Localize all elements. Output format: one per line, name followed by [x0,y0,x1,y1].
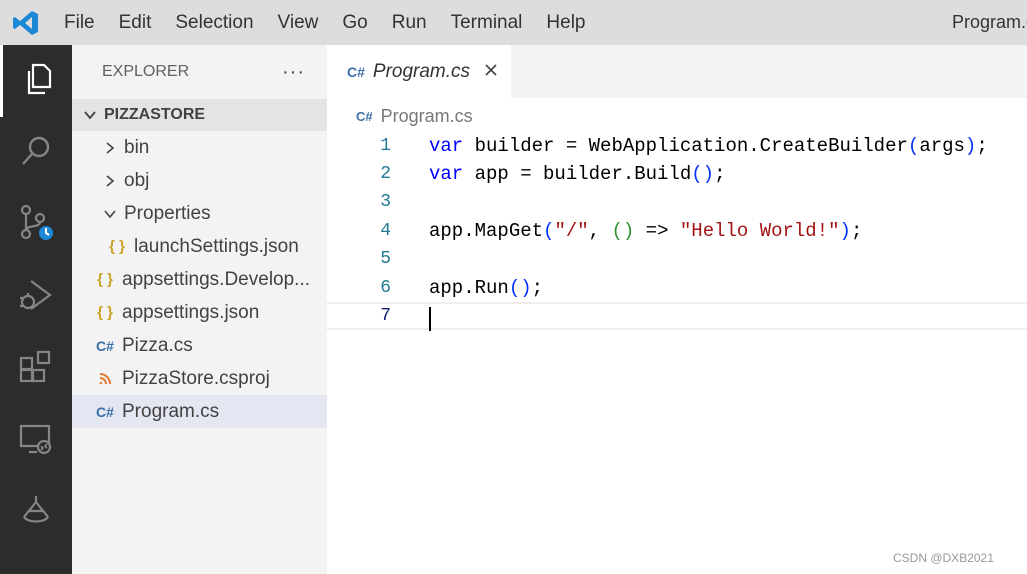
tree-icon [18,493,54,534]
explorer-title: EXPLORER [102,63,190,80]
tree-item-label: Pizza.cs [122,334,193,356]
current-code-line: 7 [327,302,1027,331]
code-text: var builder = WebApplication.CreateBuild… [429,135,988,157]
files-icon [20,61,56,102]
explorer-activity[interactable] [0,45,72,117]
chevron-down-icon [80,108,100,122]
csharp-file-icon: C# [96,403,114,420]
search-activity[interactable] [0,117,72,189]
menu-edit[interactable]: Edit [107,0,164,45]
tree-item-appsettings[interactable]: { } appsettings.json [72,296,327,329]
tree-activity[interactable] [0,477,72,549]
tree-item-label: Properties [124,202,211,224]
csharp-file-icon: C# [347,63,365,80]
tree-item-label: appsettings.json [122,301,260,323]
code-text: app.MapGet("/", () => "Hello World!"); [429,220,863,242]
extensions-activity[interactable] [0,333,72,405]
run-debug-activity[interactable] [0,261,72,333]
editor-tabs: C# Program.cs [327,45,1027,98]
code-line: 6 app.Run(); [327,274,1027,302]
tree-item-appsettings-development[interactable]: { } appsettings.Develop... [72,263,327,296]
activity-bar [0,45,72,574]
menu-go[interactable]: Go [330,0,379,45]
code-line: 4 app.MapGet("/", () => "Hello World!"); [327,217,1027,245]
code-text: app.Run(); [429,277,544,299]
tree-item-properties[interactable]: Properties [72,197,327,230]
text-cursor [429,307,431,331]
folder-name: PIZZASTORE [104,106,206,123]
line-number: 6 [380,278,391,298]
rss-icon [94,372,116,386]
line-number: 2 [380,164,391,184]
folder-header[interactable]: PIZZASTORE [72,99,327,131]
menu-bar: File Edit Selection View Go Run Terminal… [52,0,598,45]
code-line: 2 var app = builder.Build(); [327,160,1027,188]
tree-item-label: bin [124,136,150,158]
chevron-right-icon [100,141,120,155]
tree-item-launchsettings[interactable]: { } launchSettings.json [72,230,327,263]
close-icon[interactable] [484,60,498,83]
tree-item-label: Program.cs [122,400,220,422]
line-number: 7 [380,306,391,326]
tree-item-bin[interactable]: bin [72,131,327,164]
json-file-icon: { } [109,238,125,255]
tree-item-obj[interactable]: obj [72,164,327,197]
tree-item-label: PizzaStore.csproj [122,367,270,389]
remote-explorer-icon [17,420,55,463]
source-control-activity[interactable] [0,189,72,261]
line-number: 3 [380,192,391,212]
csharp-file-icon: C# [356,108,373,124]
tree-item-label: launchSettings.json [134,235,299,257]
tab-label: Program.cs [372,60,471,82]
line-number: 1 [380,136,391,156]
menu-terminal[interactable]: Terminal [439,0,535,45]
tree-item-label: appsettings.Develop... [122,268,311,290]
code-text: var app = builder.Build(); [429,163,726,185]
search-icon [18,133,54,174]
breadcrumb-file[interactable]: Program.cs [381,106,473,127]
chevron-right-icon [100,174,120,188]
watermark: CSDN @DXB2021 [893,551,994,565]
breadcrumb[interactable]: C# Program.cs [356,104,473,128]
tab-program-cs[interactable]: C# Program.cs [327,45,511,98]
json-file-icon: { } [97,271,113,288]
menu-run[interactable]: Run [380,0,439,45]
run-debug-icon [17,276,55,319]
code-line: 5 [327,245,1027,273]
window-title: Program.cs [952,12,1027,32]
tree-item-label: obj [124,169,150,191]
menu-view[interactable]: View [266,0,331,45]
csharp-file-icon: C# [96,337,114,354]
code-line: 1 var builder = WebApplication.CreateBui… [327,132,1027,160]
menu-help[interactable]: Help [534,0,597,45]
json-file-icon: { } [97,304,113,321]
title-bar: File Edit Selection View Go Run Terminal… [0,0,1027,45]
extensions-icon [17,348,55,391]
remote-explorer-activity[interactable] [0,405,72,477]
tree-item-pizzastore-csproj[interactable]: PizzaStore.csproj [72,362,327,395]
code-line: 3 [327,188,1027,216]
menu-selection[interactable]: Selection [163,0,265,45]
chevron-down-icon [100,207,120,221]
menu-file[interactable]: File [52,0,107,45]
explorer-sidebar: EXPLORER ··· PIZZASTORE bin obj Properti… [72,45,327,574]
line-number: 4 [380,221,391,241]
source-control-icon [16,203,56,248]
more-actions-button[interactable]: ··· [282,61,305,84]
line-number: 5 [380,249,391,269]
vscode-logo-icon [0,0,52,45]
code-editor[interactable]: 1 var builder = WebApplication.CreateBui… [327,130,1027,570]
explorer-header: EXPLORER ··· [72,45,327,99]
tree-item-pizza-cs[interactable]: C# Pizza.cs [72,329,327,362]
tree-item-program-cs[interactable]: C# Program.cs [72,395,327,428]
